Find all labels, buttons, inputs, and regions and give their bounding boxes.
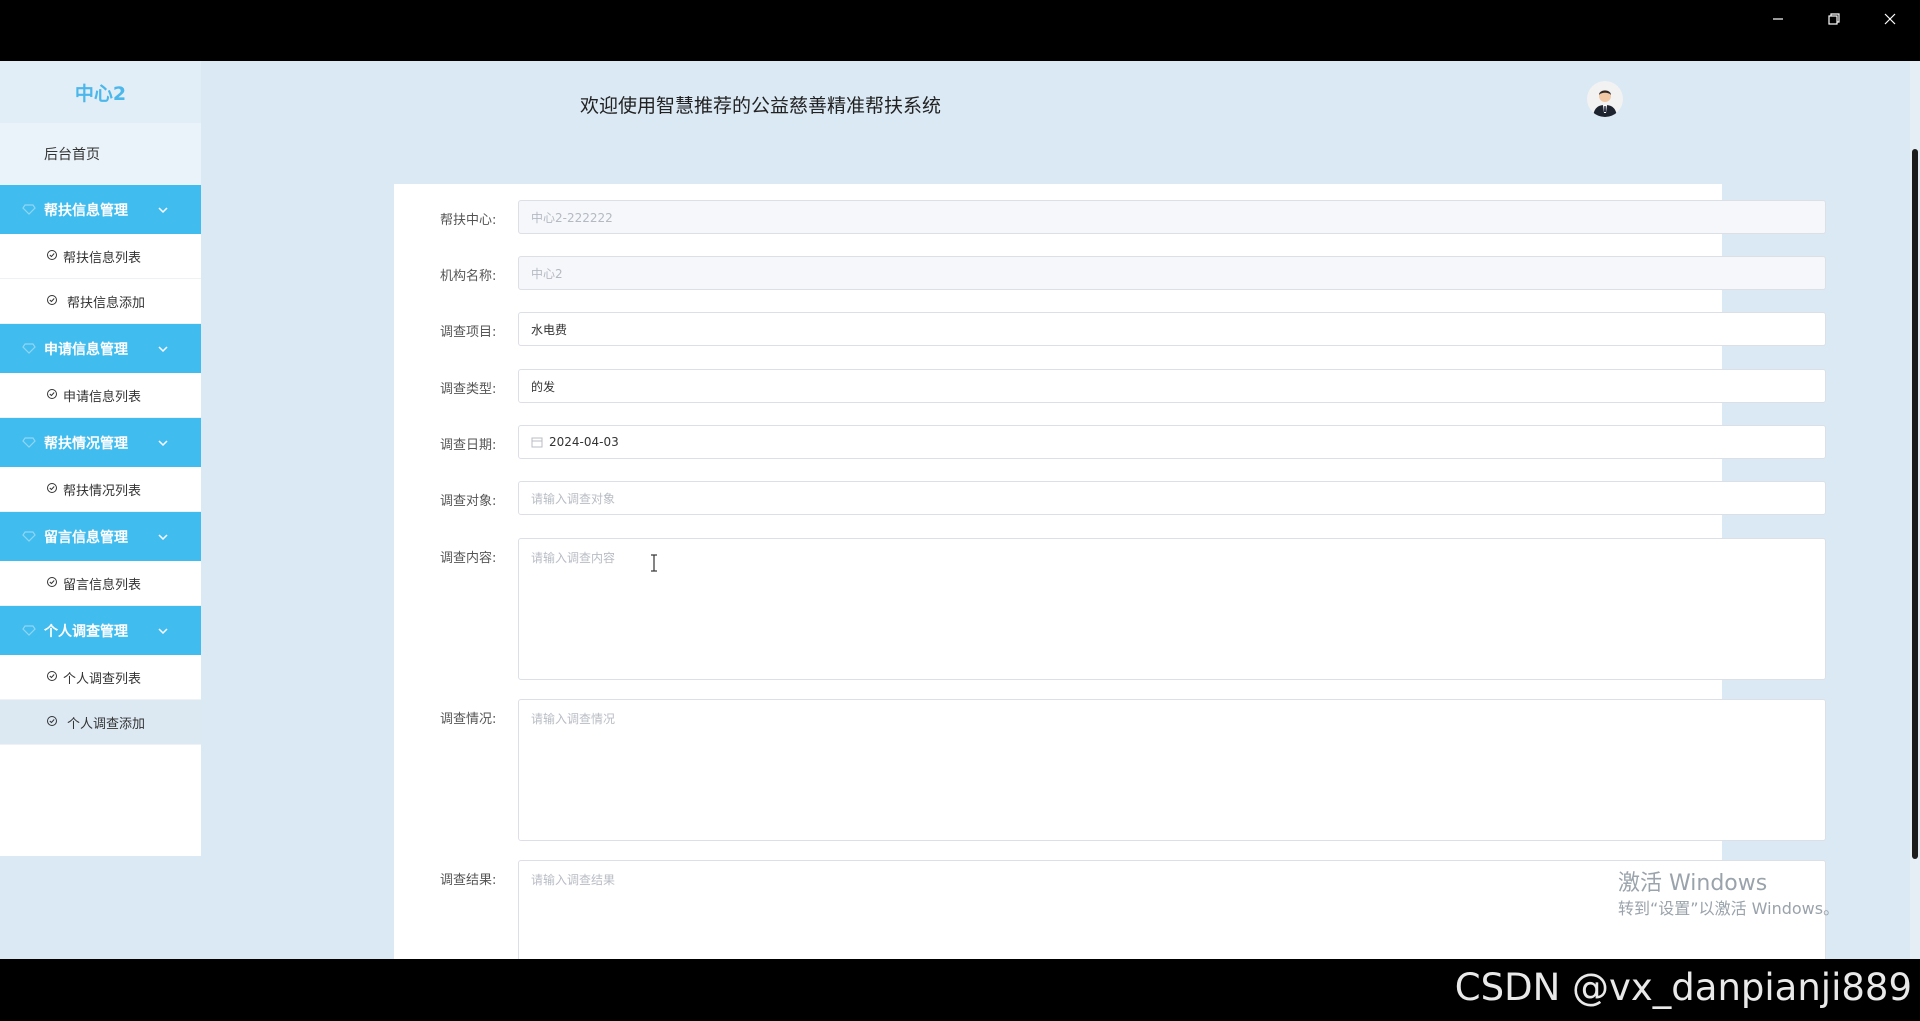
minimize-button[interactable] xyxy=(1750,0,1806,38)
check-circle-icon xyxy=(47,577,57,587)
restore-button[interactable] xyxy=(1806,0,1862,38)
check-circle-icon xyxy=(47,671,57,681)
survey-add-form: 帮扶中心: 中心2-222222 机构名称: 中心2 调查项目: 水电费 调查类… xyxy=(394,184,1826,959)
check-circle-icon xyxy=(47,389,57,399)
sidebar-group-label: 帮扶信息管理 xyxy=(44,202,128,219)
field-label: 调查日期: xyxy=(440,438,497,453)
calendar-icon xyxy=(531,437,543,448)
diamond-icon xyxy=(22,343,36,354)
sidebar-group-survey[interactable]: 个人调查管理 xyxy=(0,606,201,655)
sidebar-item-label: 帮扶信息列表 xyxy=(63,250,142,266)
minimize-icon xyxy=(1773,18,1783,20)
field-label: 调查结果: xyxy=(440,873,497,888)
survey-date-input[interactable]: 2024-04-03 xyxy=(518,425,1826,459)
sidebar-item-survey-add[interactable]: 个人调查添加 xyxy=(0,700,201,745)
page-title: 欢迎使用智慧推荐的公益慈善精准帮扶系统 xyxy=(580,95,942,117)
sidebar-item-home[interactable]: 后台首页 xyxy=(0,123,201,185)
org-name-input[interactable]: 中心2 xyxy=(518,256,1826,290)
close-button[interactable] xyxy=(1862,0,1918,38)
sidebar-item-assistance-add[interactable]: 帮扶信息添加 xyxy=(0,279,201,324)
field-label: 调查类型: xyxy=(440,382,497,397)
sidebar-group-label: 帮扶情况管理 xyxy=(44,435,128,452)
windows-activation-title: 激活 Windows xyxy=(1618,871,1768,896)
check-circle-icon xyxy=(47,295,57,305)
windows-activation-hint: 转到“设置”以激活 Windows。 xyxy=(1618,899,1840,918)
field-label: 调查内容: xyxy=(440,551,497,566)
scrollbar-thumb[interactable] xyxy=(1912,149,1918,859)
center-input[interactable]: 中心2-222222 xyxy=(518,200,1826,234)
check-circle-icon xyxy=(47,716,57,726)
app-viewport: 中心2 后台首页 帮扶信息管理 帮扶信息列表 帮扶信息添加 申请信息管理 申请信… xyxy=(0,61,1920,959)
sidebar-item-label: 申请信息列表 xyxy=(63,389,142,405)
survey-situation-textarea[interactable]: 请输入调查情况 xyxy=(518,699,1826,841)
user-avatar-icon xyxy=(1587,81,1623,117)
page-scrollbar[interactable] xyxy=(1910,61,1920,959)
chevron-down-icon xyxy=(158,346,168,353)
field-label: 调查情况: xyxy=(440,712,497,727)
sidebar-item-assistance-list[interactable]: 帮扶信息列表 xyxy=(0,234,201,279)
field-label: 调查对象: xyxy=(440,494,497,509)
window-titlebar xyxy=(0,0,1920,61)
diamond-icon xyxy=(22,204,36,215)
sidebar-item-label: 个人调查列表 xyxy=(63,671,142,687)
user-avatar[interactable] xyxy=(1587,81,1623,117)
sidebar-item-message-list[interactable]: 留言信息列表 xyxy=(0,561,201,606)
survey-project-input[interactable]: 水电费 xyxy=(518,312,1826,346)
sidebar-group-assistance-info[interactable]: 帮扶信息管理 xyxy=(0,185,201,234)
check-circle-icon xyxy=(47,250,57,260)
sidebar: 中心2 后台首页 帮扶信息管理 帮扶信息列表 帮扶信息添加 申请信息管理 申请信… xyxy=(0,61,201,856)
sidebar-item-label: 个人调查添加 xyxy=(67,716,146,732)
chevron-down-icon xyxy=(158,628,168,635)
sidebar-item-status-list[interactable]: 帮扶情况列表 xyxy=(0,467,201,512)
diamond-icon xyxy=(22,531,36,542)
diamond-icon xyxy=(22,437,36,448)
chevron-down-icon xyxy=(158,207,168,214)
sidebar-group-assistance-status[interactable]: 帮扶情况管理 xyxy=(0,418,201,467)
check-circle-icon xyxy=(47,483,57,493)
chevron-down-icon xyxy=(158,534,168,541)
sidebar-group-label: 留言信息管理 xyxy=(44,529,128,546)
sidebar-item-application-list[interactable]: 申请信息列表 xyxy=(0,373,201,418)
chevron-down-icon xyxy=(158,440,168,447)
text-cursor-icon xyxy=(651,554,657,572)
diamond-icon xyxy=(22,625,36,636)
sidebar-item-label: 留言信息列表 xyxy=(63,577,142,593)
survey-subject-input[interactable]: 请输入调查对象 xyxy=(518,481,1826,515)
sidebar-item-label: 帮扶情况列表 xyxy=(63,483,142,499)
sidebar-group-label: 申请信息管理 xyxy=(44,341,128,358)
restore-icon xyxy=(1828,13,1840,25)
survey-type-input[interactable]: 的发 xyxy=(518,369,1826,403)
sidebar-group-label: 个人调查管理 xyxy=(44,623,128,640)
survey-content-textarea[interactable]: 请输入调查内容 xyxy=(518,538,1826,680)
sidebar-group-message-info[interactable]: 留言信息管理 xyxy=(0,512,201,561)
sidebar-item-survey-list[interactable]: 个人调查列表 xyxy=(0,655,201,700)
survey-date-value: 2024-04-03 xyxy=(549,435,619,449)
field-label: 调查项目: xyxy=(440,325,497,340)
sidebar-group-application-info[interactable]: 申请信息管理 xyxy=(0,324,201,373)
csdn-watermark: CSDN @vx_danpianji889 xyxy=(1454,966,1912,1009)
close-icon xyxy=(1884,13,1896,25)
sidebar-item-label: 帮扶信息添加 xyxy=(67,295,146,311)
sidebar-brand: 中心2 xyxy=(0,61,201,123)
field-label: 帮扶中心: xyxy=(440,213,497,228)
field-label: 机构名称: xyxy=(440,269,497,284)
